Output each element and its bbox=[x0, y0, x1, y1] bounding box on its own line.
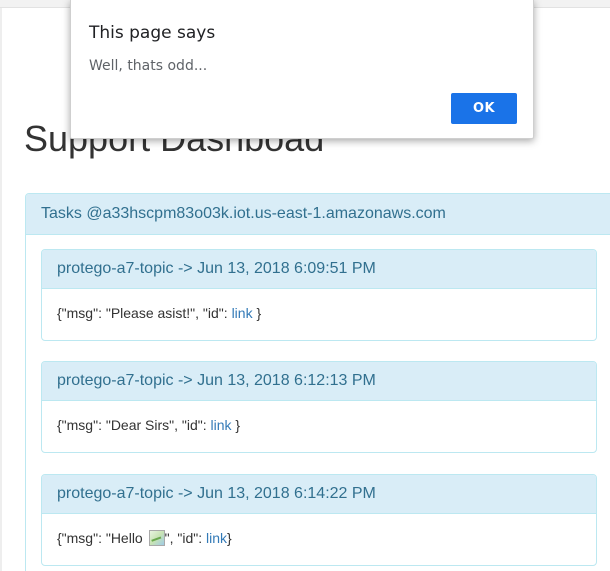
dialog-message: Well, thats odd... bbox=[89, 58, 208, 74]
task-panel: protego-a7-topic -> Jun 13, 2018 6:12:13… bbox=[41, 361, 597, 453]
tasks-panel-heading: Tasks @a33hscpm83o03k.iot.us-east-1.amaz… bbox=[26, 194, 610, 235]
task-body-middle: ", "id": bbox=[164, 530, 206, 546]
task-panel: protego-a7-topic -> Jun 13, 2018 6:14:22… bbox=[41, 474, 597, 566]
task-heading: protego-a7-topic -> Jun 13, 2018 6:14:22… bbox=[42, 475, 596, 514]
task-body-suffix: } bbox=[231, 417, 241, 433]
alert-dialog: This page says Well, thats odd... OK bbox=[70, 0, 534, 139]
broken-image-icon bbox=[148, 530, 165, 546]
task-body: {"msg": "Please asist!", "id": link } bbox=[42, 289, 596, 340]
task-link[interactable]: link bbox=[206, 530, 227, 546]
page: Support Dashboad Tasks @a33hscpm83o03k.i… bbox=[0, 0, 610, 571]
task-link[interactable]: link bbox=[211, 417, 232, 433]
task-body-suffix: } bbox=[227, 530, 232, 546]
task-body-text: {"msg": "Dear Sirs", "id": bbox=[57, 417, 211, 433]
task-body: {"msg": "Dear Sirs", "id": link } bbox=[42, 401, 596, 452]
task-body-suffix: } bbox=[252, 305, 262, 321]
task-body-text: {"msg": "Hello bbox=[57, 530, 147, 546]
task-heading: protego-a7-topic -> Jun 13, 2018 6:12:13… bbox=[42, 362, 596, 401]
task-panel: protego-a7-topic -> Jun 13, 2018 6:09:51… bbox=[41, 249, 597, 341]
dialog-title: This page says bbox=[89, 23, 216, 43]
ok-button[interactable]: OK bbox=[451, 93, 517, 124]
task-body: {"msg": "Hello ", "id": link} bbox=[42, 514, 596, 565]
task-heading: protego-a7-topic -> Jun 13, 2018 6:09:51… bbox=[42, 250, 596, 289]
task-body-text: {"msg": "Please asist!", "id": bbox=[57, 305, 232, 321]
task-link[interactable]: link bbox=[232, 305, 253, 321]
page-left-edge bbox=[0, 8, 2, 571]
